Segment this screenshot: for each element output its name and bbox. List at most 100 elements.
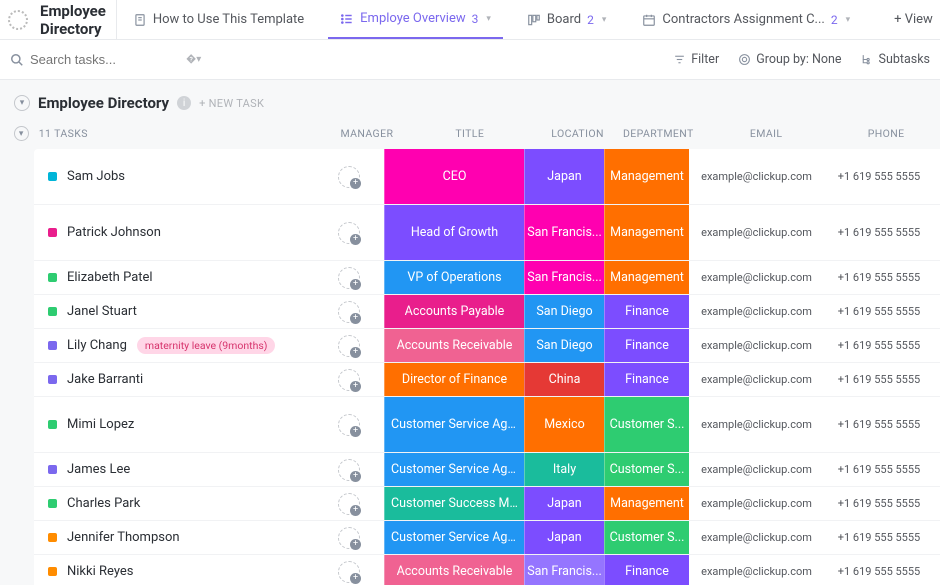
cell-title[interactable]: Customer Success Ma... (384, 487, 524, 520)
cell-name[interactable]: Charles Park (34, 487, 314, 520)
col-title[interactable]: TITLE (401, 127, 538, 140)
table-row[interactable]: Sam JobsCEOJapanManagementexample@clicku… (34, 149, 940, 205)
cell-email[interactable]: example@clickup.com (689, 555, 824, 585)
assign-avatar-icon[interactable] (338, 459, 360, 481)
cell-email[interactable]: example@clickup.com (689, 205, 824, 260)
assign-avatar-icon[interactable] (338, 267, 360, 289)
cell-email[interactable]: example@clickup.com (689, 149, 824, 204)
assign-avatar-icon[interactable] (338, 335, 360, 357)
cell-location[interactable]: Japan (524, 487, 604, 520)
col-email[interactable]: EMAIL (700, 127, 832, 140)
tag-badge[interactable]: maternity leave (9months) (137, 337, 276, 354)
cell-location[interactable]: San Francis... (524, 261, 604, 294)
assign-avatar-icon[interactable] (338, 493, 360, 515)
table-row[interactable]: Charles Park Customer Success Ma...JapanM… (34, 487, 940, 521)
cell-location[interactable]: Mexico (524, 397, 604, 452)
cell-department[interactable]: Management (604, 487, 689, 520)
cell-manager[interactable] (314, 205, 384, 260)
cell-location[interactable]: San Francis... (524, 555, 604, 585)
col-manager[interactable]: MANAGER (333, 127, 402, 140)
cell-manager[interactable] (314, 261, 384, 294)
cell-manager[interactable] (314, 453, 384, 486)
status-square[interactable] (48, 465, 57, 474)
assign-avatar-icon[interactable] (338, 222, 360, 244)
cell-location[interactable]: Italy (524, 453, 604, 486)
col-location[interactable]: LOCATION (538, 127, 616, 140)
cell-department[interactable]: Finance (604, 295, 689, 328)
chevron-down-icon[interactable]: �▾ (186, 54, 201, 65)
cell-name[interactable]: Sam Jobs (34, 149, 314, 204)
cell-email[interactable]: example@clickup.com (689, 453, 824, 486)
cell-email[interactable]: example@clickup.com (689, 521, 824, 554)
cell-manager[interactable] (314, 397, 384, 452)
cell-department[interactable]: Finance (604, 363, 689, 396)
cell-email[interactable]: example@clickup.com (689, 487, 824, 520)
cell-phone[interactable]: +1 619 555 5555 (824, 261, 934, 294)
status-square[interactable] (48, 420, 57, 429)
cell-title[interactable]: Customer Service Agent (384, 397, 524, 452)
status-square[interactable] (48, 172, 57, 181)
cell-department[interactable]: Customer S... (604, 453, 689, 486)
collapse-icon[interactable]: ▾ (14, 126, 29, 141)
cell-name[interactable]: Lily Changmaternity leave (9months) (34, 329, 314, 362)
cell-department[interactable]: Finance (604, 555, 689, 585)
view-tab[interactable]: How to Use This Template (121, 0, 316, 39)
cell-title[interactable]: Accounts Receivable (384, 329, 524, 362)
cell-department[interactable]: Management (604, 149, 689, 204)
cell-department[interactable]: Management (604, 261, 689, 294)
status-square[interactable] (48, 499, 57, 508)
info-icon[interactable]: i (177, 96, 191, 110)
status-square[interactable] (48, 533, 57, 542)
cell-manager[interactable] (314, 329, 384, 362)
status-square[interactable] (48, 273, 57, 282)
cell-location[interactable]: San Francis... (524, 205, 604, 260)
cell-email[interactable]: example@clickup.com (689, 295, 824, 328)
cell-phone[interactable]: +1 619 555 5555 (824, 397, 934, 452)
cell-title[interactable]: Head of Growth (384, 205, 524, 260)
cell-title[interactable]: Customer Service Agent (384, 521, 524, 554)
assign-avatar-icon[interactable] (338, 527, 360, 549)
cell-department[interactable]: Customer S... (604, 521, 689, 554)
table-row[interactable]: Mimi LopezCustomer Service AgentMexicoCu… (34, 397, 940, 453)
cell-name[interactable]: Jake Barranti (34, 363, 314, 396)
assign-avatar-icon[interactable] (338, 561, 360, 583)
view-tab[interactable]: Contractors Assignment C...2▾ (630, 0, 862, 39)
cell-location[interactable]: China (524, 363, 604, 396)
cell-phone[interactable]: +1 619 555 5555 (824, 205, 934, 260)
cell-manager[interactable] (314, 363, 384, 396)
cell-department[interactable]: Customer S... (604, 397, 689, 452)
col-phone[interactable]: PHONE (832, 127, 940, 140)
status-square[interactable] (48, 307, 57, 316)
cell-title[interactable]: Accounts Receivable (384, 555, 524, 585)
subtasks-button[interactable]: Subtasks (860, 52, 930, 67)
cell-phone[interactable]: +1 619 555 5555 (824, 453, 934, 486)
cell-email[interactable]: example@clickup.com (689, 329, 824, 362)
cell-phone[interactable]: +1 619 555 5555 (824, 555, 934, 585)
cell-title[interactable]: Director of Finance (384, 363, 524, 396)
cell-manager[interactable] (314, 295, 384, 328)
cell-email[interactable]: example@clickup.com (689, 363, 824, 396)
cell-name[interactable]: Jennifer Thompson (34, 521, 314, 554)
cell-name[interactable]: James Lee (34, 453, 314, 486)
cell-manager[interactable] (314, 149, 384, 204)
cell-manager[interactable] (314, 521, 384, 554)
status-square[interactable] (48, 228, 57, 237)
cell-name[interactable]: Nikki Reyes (34, 555, 314, 585)
cell-email[interactable]: example@clickup.com (689, 261, 824, 294)
cell-name[interactable]: Patrick Johnson (34, 205, 314, 260)
table-row[interactable]: Lily Changmaternity leave (9months) Accou… (34, 329, 940, 363)
status-square[interactable] (48, 375, 57, 384)
cell-location[interactable]: Japan (524, 521, 604, 554)
table-row[interactable]: Nikki Reyes Accounts ReceivableSan Franci… (34, 555, 940, 585)
cell-email[interactable]: example@clickup.com (689, 397, 824, 452)
cell-phone[interactable]: +1 619 555 5555 (824, 329, 934, 362)
cell-location[interactable]: San Diego (524, 295, 604, 328)
groupby-button[interactable]: Group by: None (737, 52, 841, 67)
cell-phone[interactable]: +1 619 555 5555 (824, 363, 934, 396)
cell-department[interactable]: Management (604, 205, 689, 260)
view-tab[interactable]: Employe Overview3▾ (328, 0, 503, 39)
table-row[interactable]: James LeeCustomer Service AgentItalyCust… (34, 453, 940, 487)
table-row[interactable]: Patrick Johnson Head of GrowthSan Francis… (34, 205, 940, 261)
search-input[interactable] (30, 52, 150, 67)
cell-title[interactable]: CEO (384, 149, 524, 204)
